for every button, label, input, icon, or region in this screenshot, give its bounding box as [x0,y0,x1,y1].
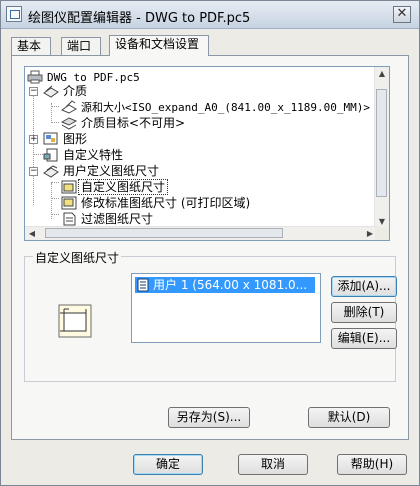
modify-paper-icon [61,196,77,210]
settings-tree[interactable]: DWG to PDF.pc5 − 介质 源和大小<ISO_expand_A0_(… [24,66,390,241]
delete-button[interactable]: 删除(T) [331,302,397,323]
tree-item-source-size[interactable]: 源和大小<ISO_expand_A0_(841.00_x_1189.00_MM)… [61,99,372,115]
tree-item-custom-paper-sizes[interactable]: 自定义图纸尺寸 [61,179,169,195]
tree-item-custom-properties[interactable]: 自定义特性 [43,147,125,163]
window-title: 绘图仪配置编辑器 - DWG to PDF.pc5 [28,11,251,26]
tree-vertical-scrollbar[interactable]: ▲ ▼ [374,67,389,229]
page-icon [137,278,149,292]
edit-button[interactable]: 编辑(E)... [331,328,397,349]
app-icon [6,6,22,22]
filter-paper-icon [63,212,76,226]
cancel-button[interactable]: 取消 [238,454,308,475]
user-sizes-icon [43,165,59,178]
media-icon [43,85,59,98]
tab-basic[interactable]: 基本 [11,37,51,55]
group-label: 自定义图纸尺寸 [33,249,122,266]
tree-item-media[interactable]: 介质 [43,83,89,99]
collapse-media-toggle[interactable]: − [29,87,38,96]
graphics-icon [43,132,58,145]
expand-graphics-toggle[interactable]: + [29,135,38,144]
help-button[interactable]: 帮助(H) [337,454,407,475]
scroll-up-arrow-icon[interactable]: ▲ [375,67,389,81]
tab-panel: DWG to PDF.pc5 − 介质 源和大小<ISO_expand_A0_(… [11,55,409,440]
list-item[interactable]: 用户 1 (564.00 x 1081.0... [135,277,315,293]
custom-paper-icon [61,180,77,194]
tree-item-modify-standard-sizes[interactable]: 修改标准图纸尺寸 (可打印区域) [61,195,252,211]
plotter-icon [27,70,43,84]
paper-size-icon [58,304,92,338]
dialog-window: 绘图仪配置编辑器 - DWG to PDF.pc5 ✕ 基本 端口 设备和文档设… [0,0,420,486]
add-button[interactable]: 添加(A)... [331,276,397,297]
default-button[interactable]: 默认(D) [308,407,390,428]
media-destination-icon [61,117,77,130]
tree-vertical-thumb[interactable] [376,89,387,197]
custom-paper-size-group: 自定义图纸尺寸 用户 1 (564.00 x 1081.0... 添加(A)..… [24,249,397,382]
tree-item-media-destination[interactable]: 介质目标<不可用> [61,115,187,131]
custom-properties-icon [43,148,58,162]
tab-ports[interactable]: 端口 [61,37,101,55]
tree-item-user-defined-sizes[interactable]: 用户定义图纸尺寸 [43,163,161,179]
tree-item-graphics[interactable]: 图形 [43,131,89,147]
ok-button[interactable]: 确定 [133,454,203,475]
tree-item-filter-sizes[interactable]: 过滤图纸尺寸 [61,211,155,227]
scroll-left-arrow-icon[interactable]: ◀ [25,227,39,240]
title-bar[interactable]: 绘图仪配置编辑器 - DWG to PDF.pc5 ✕ [1,1,419,29]
custom-size-list[interactable]: 用户 1 (564.00 x 1081.0... [131,273,321,343]
paper-source-icon [61,100,77,114]
close-button[interactable]: ✕ [393,6,411,23]
scroll-corner [375,227,389,240]
tree-horizontal-scrollbar[interactable]: ◀ ▶ [25,226,377,240]
tree-horizontal-thumb[interactable] [45,228,283,238]
tab-device-document[interactable]: 设备和文档设置 [109,35,209,56]
save-as-button[interactable]: 另存为(S)... [168,407,250,428]
collapse-user-sizes-toggle[interactable]: − [29,167,38,176]
